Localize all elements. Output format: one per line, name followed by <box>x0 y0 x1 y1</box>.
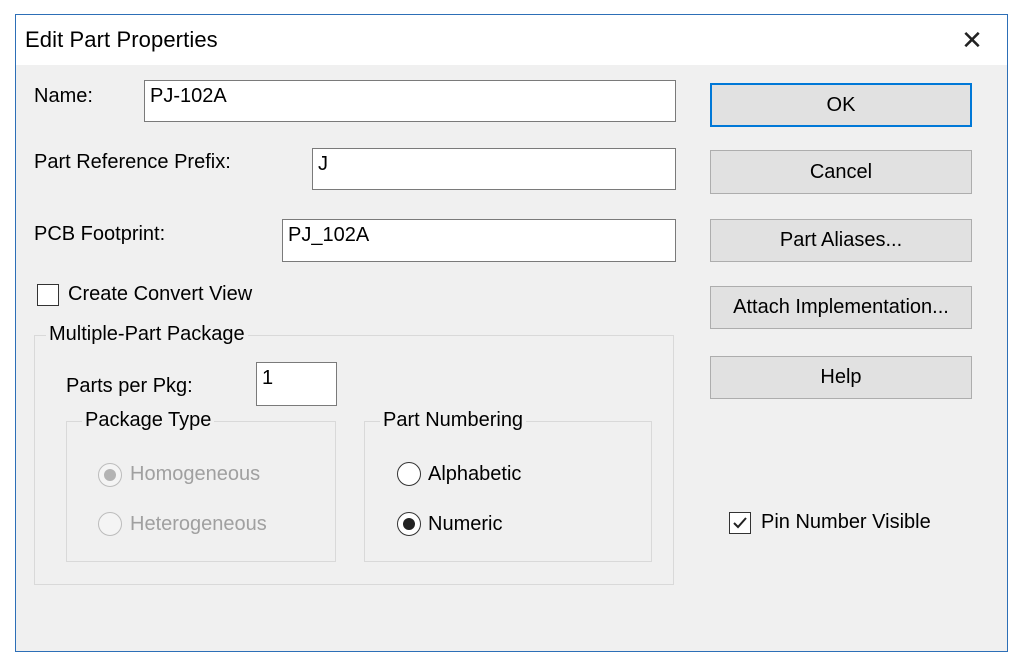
homogeneous-label: Homogeneous <box>130 463 261 485</box>
heterogeneous-label: Heterogeneous <box>130 513 267 535</box>
create-convert-view-label: Create Convert View <box>68 283 253 305</box>
attach-implementation-button[interactable]: Attach Implementation... <box>710 286 972 329</box>
ok-button[interactable]: OK <box>710 83 972 127</box>
help-button[interactable]: Help <box>710 356 972 399</box>
alphabetic-radio[interactable] <box>397 462 421 486</box>
package-type-group <box>66 421 336 562</box>
numeric-label: Numeric <box>428 513 503 535</box>
dialog-title: Edit Part Properties <box>25 27 218 52</box>
part-reference-prefix-label: Part Reference Prefix: <box>34 151 231 173</box>
pin-number-visible-checkbox[interactable] <box>729 512 751 534</box>
cancel-button[interactable]: Cancel <box>710 150 972 194</box>
edit-part-properties-dialog: Edit Part Properties ✕ Name: PJ-102A Par… <box>15 14 1008 652</box>
part-reference-prefix-field[interactable]: J <box>312 148 676 190</box>
parts-per-pkg-field[interactable]: 1 <box>256 362 337 406</box>
part-aliases-button[interactable]: Part Aliases... <box>710 219 972 262</box>
heterogeneous-radio[interactable] <box>98 512 122 536</box>
close-icon: ✕ <box>961 24 983 55</box>
pcb-footprint-label: PCB Footprint: <box>34 223 166 245</box>
alphabetic-label: Alphabetic <box>428 463 522 485</box>
name-field[interactable]: PJ-102A <box>144 80 676 122</box>
create-convert-view-checkbox[interactable] <box>37 284 59 306</box>
radio-selected-dot <box>403 518 415 530</box>
part-numbering-group <box>364 421 652 562</box>
radio-selected-dot <box>104 469 116 481</box>
part-numbering-title: Part Numbering <box>380 409 527 432</box>
pin-number-visible-label: Pin Number Visible <box>761 511 931 533</box>
check-icon <box>733 517 747 529</box>
parts-per-pkg-label: Parts per Pkg: <box>66 375 193 397</box>
homogeneous-radio[interactable] <box>98 463 122 487</box>
title-bar: Edit Part Properties ✕ <box>16 15 1007 65</box>
multiple-part-package-title: Multiple-Part Package <box>46 323 248 346</box>
name-label: Name: <box>34 85 93 107</box>
close-button[interactable]: ✕ <box>937 15 1007 65</box>
pcb-footprint-field[interactable]: PJ_102A <box>282 219 676 262</box>
numeric-radio[interactable] <box>397 512 421 536</box>
package-type-title: Package Type <box>82 409 215 432</box>
